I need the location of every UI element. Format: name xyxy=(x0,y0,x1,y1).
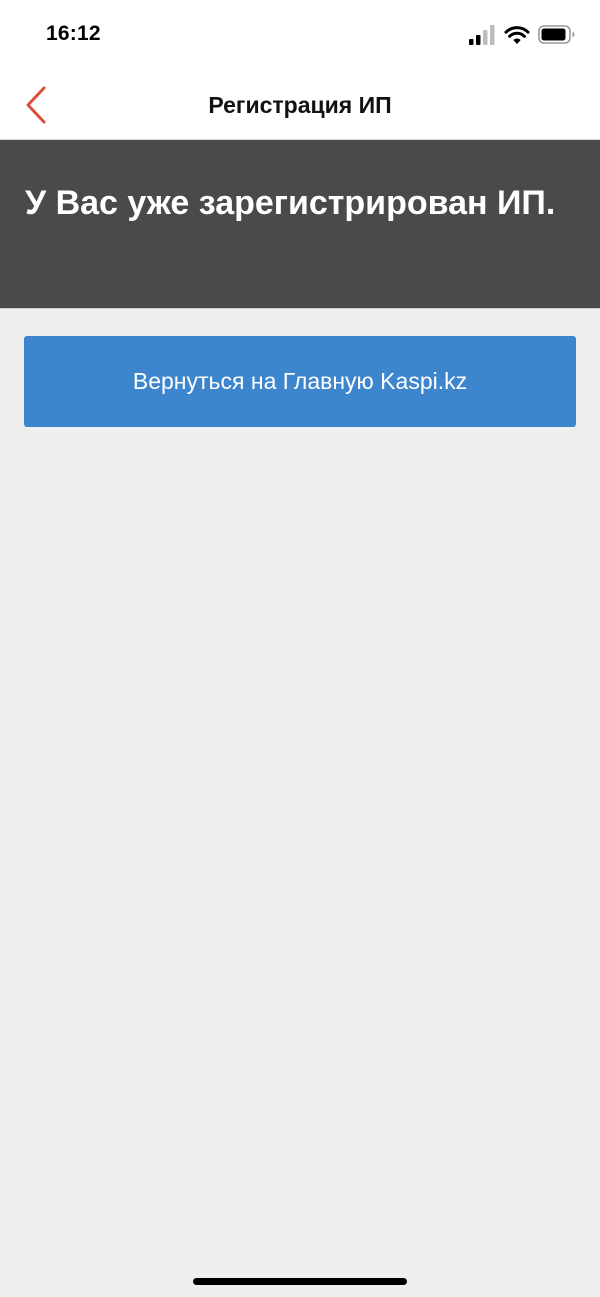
wifi-icon xyxy=(504,26,530,44)
status-message: У Вас уже зарегистрирован ИП. xyxy=(25,184,556,222)
status-time: 16:12 xyxy=(46,22,101,45)
nav-bar: Регистрация ИП xyxy=(0,70,600,140)
home-indicator[interactable] xyxy=(193,1278,407,1285)
page-title: Регистрация ИП xyxy=(208,92,392,118)
status-icons xyxy=(468,24,576,48)
signal-icon xyxy=(469,25,495,45)
status-bar: 16:12 xyxy=(0,0,600,70)
status-banner: У Вас уже зарегистрирован ИП. xyxy=(0,140,600,309)
return-home-button[interactable]: Вернуться на Главную Kaspi.kz xyxy=(24,336,576,427)
battery-icon xyxy=(538,25,575,44)
